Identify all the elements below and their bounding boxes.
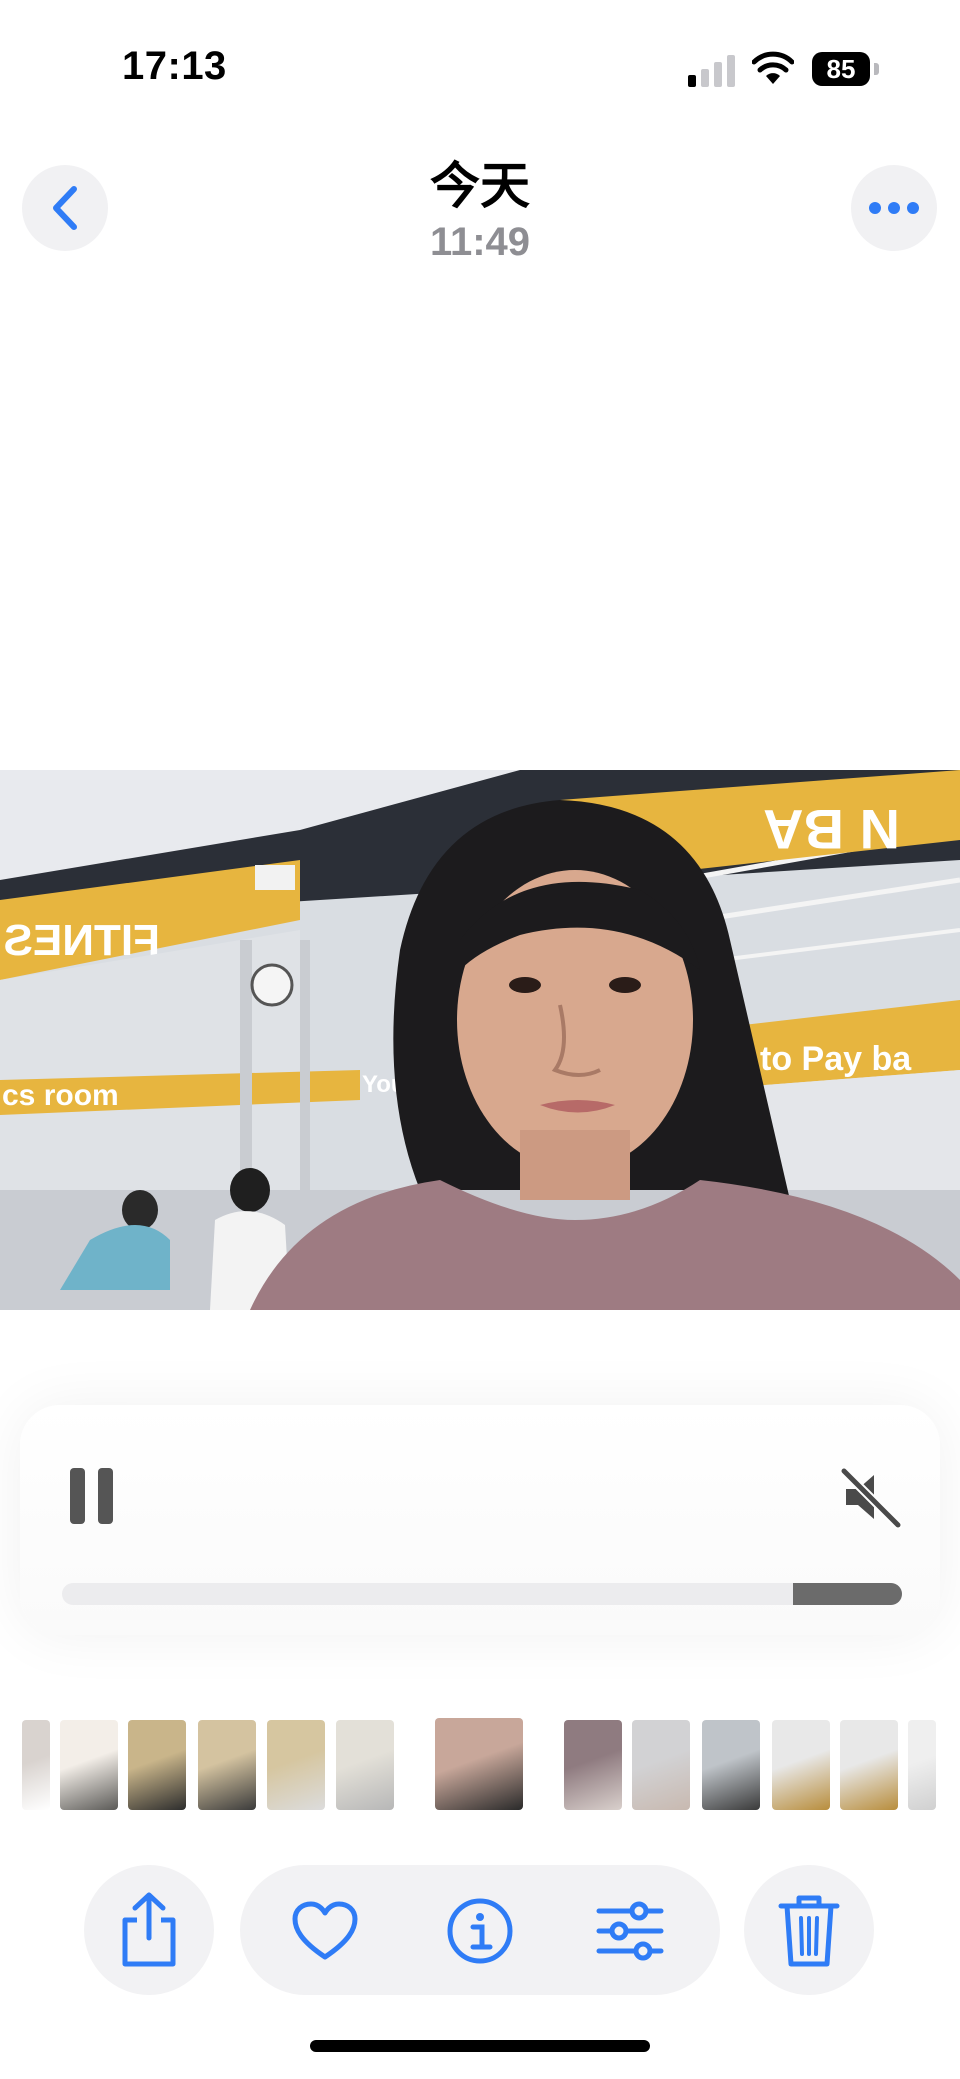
battery-icon: 85 [812, 52, 880, 86]
filmstrip-thumbnail-current[interactable] [435, 1718, 523, 1810]
adjust-sliders-icon [596, 1901, 664, 1961]
sign-text-top: N BA [763, 798, 900, 861]
share-button[interactable] [84, 1865, 214, 1995]
info-button[interactable] [444, 1895, 516, 1967]
video-player[interactable]: N BA FITNES cs room You to Pay ba [0, 770, 960, 1310]
filmstrip-thumbnail[interactable] [336, 1720, 394, 1810]
share-icon [122, 1892, 176, 1967]
filmstrip-thumbnail[interactable] [128, 1720, 186, 1810]
home-indicator [310, 2040, 650, 2052]
sign-text-pay: to Pay ba [760, 1040, 912, 1078]
favorite-button[interactable] [289, 1895, 361, 1967]
filmstrip[interactable] [0, 1718, 960, 1812]
filmstrip-thumbnail[interactable] [702, 1720, 760, 1810]
filmstrip-thumbnail[interactable] [840, 1720, 898, 1810]
filmstrip-thumbnail[interactable] [60, 1720, 118, 1810]
playback-progress [793, 1583, 902, 1605]
action-button-group [240, 1865, 720, 1995]
page-subtitle-time: 11:49 [429, 220, 531, 264]
speaker-muted-icon[interactable] [838, 1465, 903, 1530]
heart-icon [292, 1901, 358, 1960]
status-bar: 17:13 85 [0, 0, 960, 140]
sign-text-room: cs room [2, 1079, 119, 1112]
cellular-signal-icon [688, 55, 738, 87]
battery-level: 85 [812, 52, 870, 86]
filmstrip-thumbnail[interactable] [908, 1720, 936, 1810]
pause-icon[interactable] [70, 1468, 114, 1524]
filmstrip-thumbnail[interactable] [198, 1720, 256, 1810]
filmstrip-thumbnail[interactable] [564, 1720, 622, 1810]
info-icon [447, 1898, 513, 1964]
page-title: 今天 [430, 158, 530, 214]
filmstrip-thumbnail[interactable] [632, 1720, 690, 1810]
trash-icon [778, 1895, 840, 1967]
status-time: 17:13 [122, 44, 227, 88]
delete-button[interactable] [744, 1865, 874, 1995]
filmstrip-thumbnail[interactable] [22, 1720, 50, 1810]
ellipsis-icon [869, 202, 919, 214]
filmstrip-thumbnail[interactable] [772, 1720, 830, 1810]
edit-button[interactable] [594, 1895, 666, 1967]
filmstrip-thumbnail[interactable] [267, 1720, 325, 1810]
playback-scrubber[interactable] [62, 1583, 902, 1605]
more-button[interactable] [851, 165, 937, 251]
wifi-icon [751, 50, 795, 86]
